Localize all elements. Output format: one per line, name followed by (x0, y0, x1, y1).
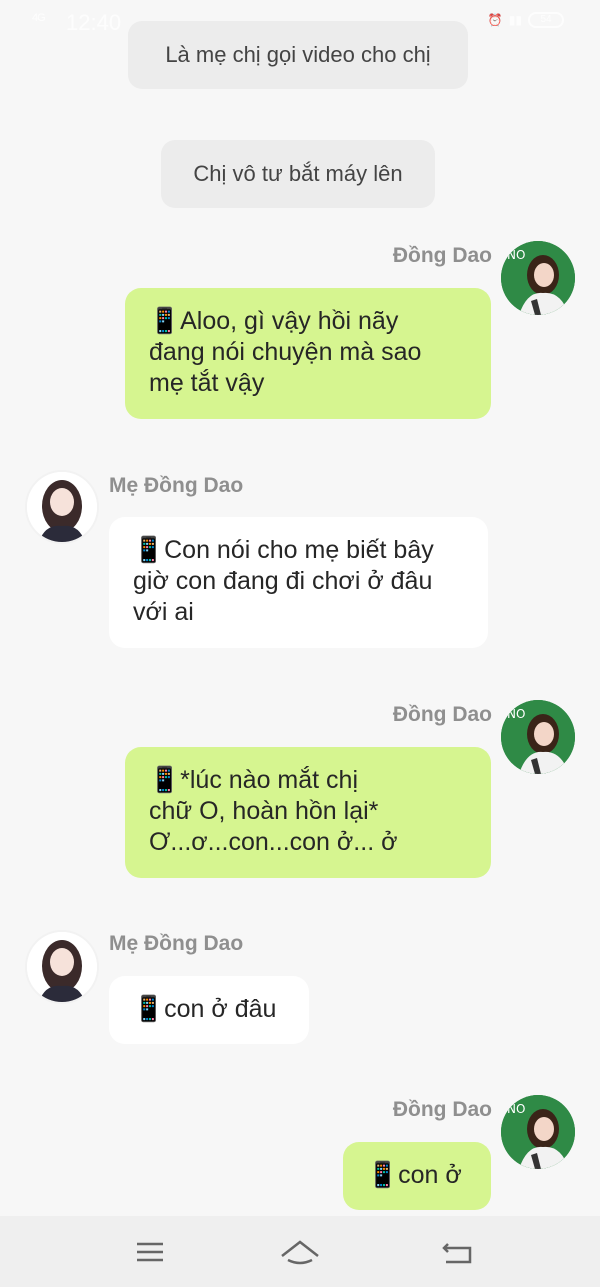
sender-name: Đồng Dao (392, 703, 492, 726)
message-bubble: 📱con ở (343, 1142, 491, 1210)
message-bubble: 📱*lúc nào mắt chị chữ O, hoàn hồn lại* Ơ… (125, 747, 491, 878)
navigation-bar (0, 1216, 600, 1287)
message-bubble: 📱con ở đâu (109, 976, 309, 1044)
avatar-image: NO (501, 1095, 575, 1169)
back-icon[interactable] (438, 1236, 478, 1268)
avatar[interactable] (25, 930, 99, 1004)
avatar-image: NO (501, 241, 575, 315)
sender-name: Mẹ Đồng Dao (109, 932, 244, 955)
avatar-image: NO (501, 700, 575, 774)
avatar-image (27, 932, 97, 1002)
sender-name: Đồng Dao (392, 1098, 492, 1121)
avatar[interactable]: NO (501, 241, 575, 315)
message-bubble: 📱Con nói cho mẹ biết bây giờ con đang đi… (109, 517, 488, 648)
system-message: Là mẹ chị gọi video cho chị (128, 21, 468, 89)
status-icons: ⏰ ▮▮ 54 (488, 12, 564, 28)
menu-icon[interactable] (130, 1236, 170, 1268)
message-bubble: 📱Aloo, gì vậy hồi nãy đang nói chuyện mà… (125, 288, 491, 419)
signal-icon: 4G (32, 12, 46, 24)
svg-text:NO: NO (507, 248, 525, 262)
network-icon: ▮▮ (508, 13, 522, 27)
battery-icon: 54 (528, 12, 564, 28)
sender-name: Mẹ Đồng Dao (109, 474, 244, 497)
system-message: Chị vô tư bắt máy lên (161, 140, 435, 208)
sender-name: Đồng Dao (392, 244, 492, 267)
svg-text:NO: NO (507, 1102, 525, 1116)
avatar[interactable] (25, 470, 99, 544)
avatar[interactable]: NO (501, 700, 575, 774)
status-time: 12:40 (66, 10, 122, 35)
svg-text:NO: NO (507, 707, 525, 721)
home-icon[interactable] (280, 1236, 320, 1268)
avatar-image (27, 472, 97, 542)
alarm-icon: ⏰ (487, 13, 503, 27)
avatar[interactable]: NO (501, 1095, 575, 1169)
